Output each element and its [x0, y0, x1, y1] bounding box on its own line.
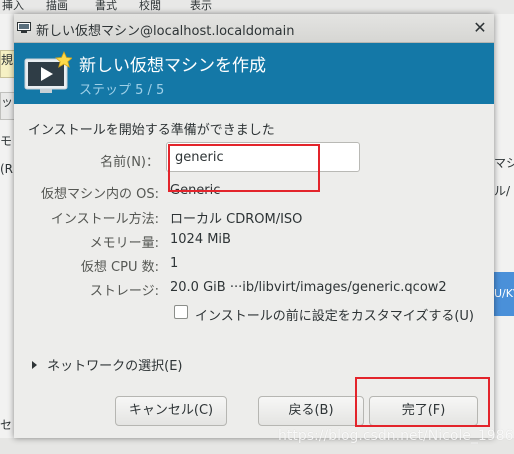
detail-value-install-method: ローカル CDROM/ISO	[170, 212, 303, 227]
finish-button[interactable]: 完了(F)	[369, 396, 478, 426]
new-vm-dialog: 新しい仮想マシン@localhost.localdomain ✕ 新しい仮想マシ…	[14, 14, 494, 438]
wizard-header: 新しい仮想マシンを作成 ステップ 5 / 5	[14, 43, 494, 104]
bg-menu-item[interactable]: 書式	[95, 0, 117, 13]
wizard-step: ステップ 5 / 5	[79, 83, 165, 98]
monitor-play-icon	[24, 51, 72, 93]
detail-label-memory: メモリー量:	[89, 236, 159, 251]
detail-label-cpus: 仮想 CPU 数:	[80, 260, 159, 275]
customize-checkbox[interactable]	[174, 305, 188, 319]
back-button[interactable]: 戻る(B)	[258, 396, 364, 426]
bg-text-fragment: マシ	[494, 156, 514, 170]
wizard-title: 新しい仮想マシンを作成	[79, 56, 266, 76]
close-icon[interactable]: ✕	[471, 19, 489, 37]
virt-manager-icon	[17, 22, 31, 33]
bg-tab[interactable]: ッ	[0, 92, 14, 120]
detail-value-memory: 1024 MiB	[170, 232, 231, 247]
window-title: 新しい仮想マシン@localhost.localdomain	[36, 24, 295, 39]
network-expander[interactable]: ネットワークの選択(E)	[32, 355, 183, 374]
network-expander-label: ネットワークの選択(E)	[47, 359, 183, 374]
dialog-titlebar[interactable]: 新しい仮想マシン@localhost.localdomain ✕	[14, 14, 494, 43]
vm-name-input[interactable]	[166, 142, 360, 172]
bg-text-fragment: ル/	[494, 184, 511, 198]
customize-checkbox-label[interactable]: インストールの前に設定をカスタマイズする(U)	[195, 305, 474, 324]
bg-menu-item[interactable]: 挿入	[2, 0, 24, 13]
bg-menu-item[interactable]: 描画	[46, 0, 68, 13]
detail-value-storage: 20.0 GiB ···ib/libvirt/images/generic.qc…	[170, 280, 447, 295]
bg-text-fragment: (R	[0, 162, 14, 176]
bg-menu-item[interactable]: 表示	[190, 0, 212, 13]
bg-tab[interactable]: 規	[0, 50, 14, 78]
detail-label-os: 仮想マシン内の OS:	[41, 187, 159, 202]
name-label: 名前(N)：	[100, 155, 159, 170]
ready-message: インストールを開始する準備ができました	[28, 123, 275, 138]
expander-arrow-icon	[32, 361, 37, 369]
watermark-text: https://blog.csdn.net/Nicole_1986	[278, 428, 514, 444]
detail-label-install-method: インストール方法:	[50, 212, 159, 227]
bg-menu-item[interactable]: 校閲	[139, 0, 161, 13]
detail-value-os: Generic	[170, 183, 221, 198]
bg-selected-item[interactable]: U/KV	[494, 272, 514, 316]
detail-label-storage: ストレージ:	[89, 284, 159, 299]
cancel-button[interactable]: キャンセル(C)	[115, 396, 227, 426]
detail-value-cpus: 1	[170, 256, 179, 271]
bg-text-fragment: モ	[0, 134, 13, 148]
background-right-panel: マシ ル/ U/KV	[494, 14, 514, 454]
background-menubar: 挿入 描画 書式 校閲 表示	[0, 0, 514, 15]
bg-text-fragment: セ	[0, 418, 13, 432]
background-left-panel: 規 ッ モ (R セ	[0, 14, 14, 454]
